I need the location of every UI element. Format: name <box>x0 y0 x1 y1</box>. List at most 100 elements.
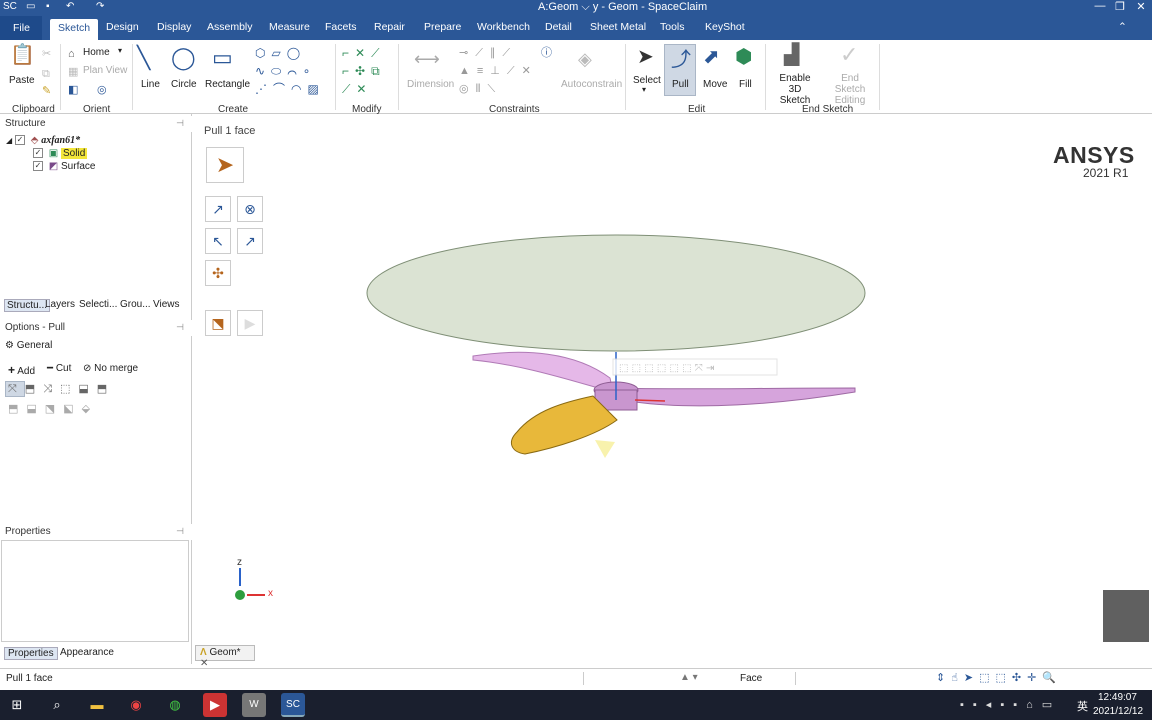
menu-prepare[interactable]: Prepare <box>424 21 461 33</box>
maximize-button[interactable]: ❐ <box>1110 0 1130 13</box>
save-icon[interactable]: ▪ <box>46 1 50 12</box>
constraint-info-icon[interactable]: ⓘ <box>541 46 552 60</box>
constraint-row3-icon[interactable]: ◎⦀⟍ <box>459 82 502 96</box>
menu-facets[interactable]: Facets <box>325 21 357 33</box>
constraint-row1-icon[interactable]: ⊸⟋∥⟋ <box>459 46 517 60</box>
minimize-button[interactable]: — <box>1090 0 1110 12</box>
move-button[interactable]: Move <box>703 79 727 90</box>
app-wb-icon[interactable]: W <box>242 693 266 717</box>
disk-surface[interactable] <box>366 234 866 352</box>
option-add[interactable]: + Add <box>8 363 35 377</box>
menu-workbench[interactable]: Workbench <box>477 21 530 33</box>
tab-structure[interactable]: Structu... <box>4 299 51 312</box>
rectangle-button[interactable]: Rectangle <box>205 79 250 90</box>
create-tools-icon[interactable]: ⬡▱◯ <box>255 46 306 60</box>
tab-groups[interactable]: Grou... <box>120 299 151 310</box>
enable-3d-sketch-button[interactable]: Enable 3D Sketch <box>774 73 816 106</box>
menu-keyshot[interactable]: KeyShot <box>705 21 745 33</box>
options-pin-icon[interactable]: ⊣ <box>176 322 184 333</box>
menu-design[interactable]: Design <box>106 21 139 33</box>
menu-measure[interactable]: Measure <box>269 21 310 33</box>
app-red-icon[interactable]: ▶ <box>203 693 227 717</box>
menu-detail[interactable]: Detail <box>545 21 572 33</box>
ribbon-collapse-icon[interactable]: ⌃ <box>1118 21 1127 33</box>
viewport[interactable]: Pull 1 face ANSYS 2021 R1 ➤ ↗ ⊗ ↖ ↗ ✣ ⬔ … <box>195 120 1150 642</box>
arc-tools-icon[interactable]: ⋰⌒◠▨ <box>255 82 325 96</box>
pull-button[interactable]: ⤴ Pull <box>664 44 696 96</box>
view-cube-icon[interactable]: ◧ <box>68 83 78 97</box>
menu-tools[interactable]: Tools <box>660 21 685 33</box>
root-checkbox[interactable]: ✓ <box>14 135 25 146</box>
clock-time[interactable]: 12:49:07 <box>1098 692 1137 703</box>
tree-root[interactable]: ◢ ✓ ⬘ axfan61* <box>6 135 80 146</box>
chrome-icon[interactable]: ◉ <box>124 693 148 717</box>
model-canvas[interactable]: ⬚ ⬚ ⬚ ⬚ ⬚ ⬚ ⤧ ⇥ <box>195 120 1150 642</box>
home-dropdown-icon[interactable]: ▾ <box>118 46 122 55</box>
tree-item-surface[interactable]: ✓ ◩ Surface <box>33 161 95 172</box>
file-explorer-icon[interactable]: ▬ <box>85 693 109 717</box>
wechat-icon[interactable]: ◍ <box>163 693 187 717</box>
spline-tools-icon[interactable]: ∿⬭⌒∘ <box>255 64 316 78</box>
menu-sheet-metal[interactable]: Sheet Metal <box>590 21 646 33</box>
solid-checkbox[interactable]: ✓ <box>33 148 43 159</box>
format-painter-icon[interactable]: ✎ <box>42 84 51 98</box>
menu-repair[interactable]: Repair <box>374 21 405 33</box>
menu-sketch[interactable]: Sketch <box>50 19 99 40</box>
expand-icon[interactable]: ◢ <box>6 136 12 145</box>
blade-right[interactable] <box>604 387 856 407</box>
copy-icon[interactable]: ⧉ <box>42 67 50 81</box>
search-icon[interactable]: ⌕ <box>45 693 69 717</box>
offset-icon[interactable]: ⌐✣⧉ <box>342 64 386 78</box>
option-no-merge[interactable]: ⊘ No merge <box>83 363 138 374</box>
pull-option-icons-row2[interactable]: ⬒⬓⬔⬕⬙ <box>8 402 98 416</box>
mirror-icon[interactable]: ⟋✕ <box>342 82 372 96</box>
tab-appearance[interactable]: Appearance <box>60 647 114 658</box>
undo-icon[interactable]: ↶ <box>66 1 74 12</box>
trim-icon[interactable]: ⌐✕⟋ <box>342 46 385 60</box>
spaceclaim-taskbar-icon[interactable]: SC <box>281 693 305 717</box>
pin-icon[interactable]: ⊣ <box>176 118 184 129</box>
circle-button[interactable]: Circle <box>171 79 197 90</box>
status-filter-icon[interactable]: ▲ ▾ <box>680 672 698 683</box>
pull-x-handle[interactable] <box>634 399 666 402</box>
autoconstrain-button[interactable]: Autoconstrain <box>561 79 622 90</box>
tray-icons[interactable]: ▪▪◂▪▪⌂▭ <box>960 698 1061 711</box>
surface-checkbox[interactable]: ✓ <box>33 161 43 172</box>
select-button[interactable]: Select <box>633 75 661 86</box>
pull-icon: ⤴ <box>671 49 691 71</box>
plan-view-button[interactable]: Plan View <box>83 65 127 76</box>
home-button[interactable]: Home <box>83 47 110 58</box>
redo-icon[interactable]: ↷ <box>96 1 104 12</box>
dimension-button[interactable]: Dimension <box>407 79 454 90</box>
tab-properties[interactable]: Properties <box>4 647 58 660</box>
ime-indicator[interactable]: 英 <box>1077 698 1088 714</box>
menu-file[interactable]: File <box>0 16 42 40</box>
option-cut[interactable]: ━ Cut <box>47 363 71 374</box>
tab-selection[interactable]: Selecti... <box>79 299 117 310</box>
properties-pin-icon[interactable]: ⊣ <box>176 526 184 537</box>
selection-mode[interactable]: Face <box>740 673 762 684</box>
line-button[interactable]: Line <box>141 79 160 90</box>
mini-toolbar-icons[interactable]: ⬚ ⬚ ⬚ ⬚ ⬚ ⬚ ⤧ ⇥ <box>619 363 714 374</box>
constraint-row2-icon[interactable]: ▲≡⊥⟋✕ <box>459 64 538 78</box>
paste-button[interactable]: Paste <box>9 75 35 86</box>
tab-layers[interactable]: Layers <box>45 299 75 310</box>
tree-item-solid[interactable]: ✓ ▣ Solid <box>33 148 88 159</box>
tab-views[interactable]: Views <box>153 299 180 310</box>
select-dropdown-icon[interactable]: ▾ <box>642 85 646 94</box>
menu-display[interactable]: Display <box>157 21 191 33</box>
end-sketch-editing-button[interactable]: End Sketch Editing <box>826 73 874 106</box>
status-tools-icons[interactable]: ⇕☝➤⬚⬚✣✛🔍 <box>936 671 1062 684</box>
blade-back-left[interactable] <box>472 351 614 393</box>
properties-grid[interactable] <box>1 540 189 642</box>
fill-button[interactable]: Fill <box>739 79 752 90</box>
start-icon[interactable]: ⊞ <box>5 693 29 717</box>
close-button[interactable]: ✕ <box>1131 0 1151 13</box>
doc-tab-geom[interactable]: Λ Geom* ✕ <box>195 645 255 669</box>
zoom-fit-icon[interactable]: ◎ <box>97 83 107 97</box>
open-icon[interactable]: ▭ <box>26 1 35 12</box>
menu-assembly[interactable]: Assembly <box>207 21 253 33</box>
cut-icon[interactable]: ✂ <box>42 47 51 61</box>
clock-date[interactable]: 2021/12/12 <box>1093 706 1143 717</box>
pull-option-icons-row1[interactable]: ⤧⬒⤨⬚⬓⬒ <box>8 382 115 396</box>
